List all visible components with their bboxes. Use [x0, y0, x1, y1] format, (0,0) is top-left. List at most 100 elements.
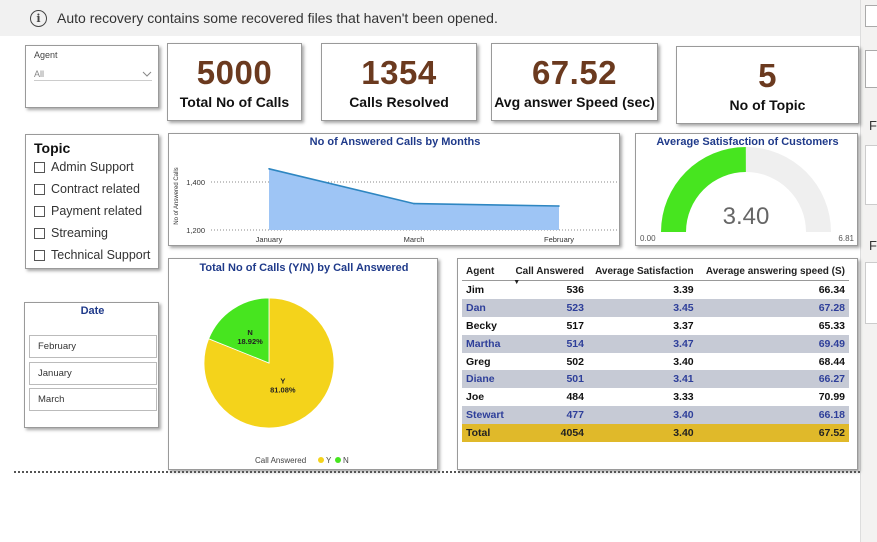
table-cell: 517: [509, 316, 588, 335]
date-slicer-title: Date: [80, 305, 105, 317]
table-cell: 502: [509, 352, 588, 371]
topic-slicer-title: Topic: [34, 140, 71, 156]
legend-marker-n: [335, 457, 341, 463]
table-cell: 68.44: [697, 352, 849, 371]
column-header[interactable]: Average Satisfaction: [588, 263, 698, 281]
call-answered-pie[interactable]: Total No of Calls (Y/N) by Call Answered…: [168, 258, 438, 470]
table-cell: Martha: [462, 334, 510, 353]
gauge-value: 3.40: [723, 203, 770, 230]
agent-slicer: Agent All: [25, 45, 159, 108]
table-cell: Becky: [462, 316, 510, 335]
date-slicer: Date February January March: [24, 302, 159, 428]
table-cell: 65.33: [697, 316, 849, 335]
kpi-label: No of Topic: [729, 97, 806, 113]
y-tick-label: 1,200: [186, 226, 205, 235]
table-cell: 3.37: [588, 316, 698, 335]
table-cell: 3.40: [588, 406, 698, 425]
table-cell: Joe: [462, 388, 510, 407]
table-cell: 3.40: [588, 352, 698, 371]
table-cell: 477: [509, 406, 588, 425]
table-row[interactable]: Greg 502 3.40 68.44: [462, 352, 849, 371]
column-header[interactable]: Call Answered ▼: [509, 263, 588, 286]
table-cell: 3.45: [588, 298, 698, 317]
data-point: [268, 168, 270, 170]
column-header[interactable]: Average answering speed (S): [698, 263, 849, 281]
satisfaction-gauge[interactable]: Average Satisfaction of Customers 3.40 0.…: [635, 133, 858, 246]
table-cell: 66.34: [697, 280, 849, 299]
pane-label-2: F: [869, 238, 877, 253]
kpi-no-of-topic[interactable]: 5 No of Topic: [676, 46, 859, 124]
table-cell: 536: [509, 280, 588, 299]
pane-box-2[interactable]: [865, 50, 877, 88]
kpi-value: 5: [758, 57, 777, 94]
total-cell: 4054: [509, 424, 588, 443]
table-row[interactable]: Stewart 477 3.40 66.18: [462, 406, 849, 425]
x-tick-label: March: [404, 235, 425, 244]
table-cell: 69.49: [697, 334, 849, 353]
date-item-february[interactable]: February: [29, 335, 157, 358]
table-row[interactable]: Martha 514 3.47 69.49: [462, 334, 849, 353]
table-cell: 67.28: [697, 298, 849, 317]
table-cell: 514: [509, 334, 588, 353]
pane-box-3[interactable]: [865, 145, 877, 205]
agent-table: Agent Call Answered ▼ Average Satisfactio…: [462, 263, 849, 443]
table-total-row: Total 4054 3.40 67.52: [462, 424, 849, 443]
table-row[interactable]: Joe 484 3.33 70.99: [462, 388, 849, 407]
legend-label-n: N: [343, 456, 349, 465]
gauge-svg: 3.40 0.00 6.81: [640, 147, 855, 243]
kpi-total-calls[interactable]: 5000 Total No of Calls: [167, 43, 302, 121]
pane-box-1[interactable]: [865, 5, 877, 27]
answered-calls-chart[interactable]: No of Answered Calls by Months 1,200 1,40…: [168, 133, 620, 246]
agent-dropdown[interactable]: All: [34, 67, 152, 81]
agent-dropdown-value: All: [34, 68, 45, 79]
topic-item-admin-support[interactable]: Admin Support: [34, 156, 158, 178]
table-row[interactable]: Becky 517 3.37 65.33: [462, 316, 849, 335]
topic-item-streaming[interactable]: Streaming: [34, 222, 158, 244]
y-tick-label: 1,400: [186, 178, 205, 187]
table-cell: 3.33: [588, 388, 698, 407]
kpi-avg-answer-speed[interactable]: 67.52 Avg answer Speed (sec): [491, 43, 658, 121]
area-fill: [269, 168, 559, 230]
agent-table-visual[interactable]: Agent Call Answered ▼ Average Satisfactio…: [457, 258, 858, 470]
checkbox[interactable]: [34, 161, 45, 173]
pane-box-4[interactable]: [865, 262, 877, 324]
kpi-calls-resolved[interactable]: 1354 Calls Resolved: [321, 43, 477, 121]
pie-label-n-name: N: [247, 328, 252, 337]
pane-label-1: F: [869, 118, 877, 133]
table-row[interactable]: Dan 523 3.45 67.28: [462, 298, 849, 317]
table-cell: Greg: [462, 352, 510, 371]
agent-slicer-label: Agent: [34, 50, 58, 60]
legend-title: Call Answered: [255, 456, 306, 465]
topic-slicer: Topic Admin Support Contract related Pay…: [25, 134, 159, 269]
page-break-line: [14, 471, 860, 473]
info-icon: i: [30, 9, 47, 27]
topic-item-payment-related[interactable]: Payment related: [34, 200, 158, 222]
sort-desc-icon: ▼: [513, 279, 521, 286]
topic-item-contract-related[interactable]: Contract related: [34, 178, 158, 200]
date-item-march[interactable]: March: [29, 388, 157, 411]
table-row[interactable]: Diane 501 3.41 66.27: [462, 370, 849, 389]
kpi-label: Avg answer Speed (sec): [494, 94, 655, 110]
checkbox[interactable]: [34, 183, 45, 195]
checkbox[interactable]: [34, 227, 45, 239]
checkbox[interactable]: [34, 205, 45, 217]
checkbox[interactable]: [34, 249, 45, 261]
total-cell: Total: [462, 424, 510, 443]
legend-label-y: Y: [326, 456, 332, 465]
table-cell: Stewart: [462, 406, 510, 425]
notification-text: Auto recovery contains some recovered fi…: [57, 10, 498, 26]
column-header-label: Call Answered: [515, 266, 584, 277]
pie-label-n-percent: 18.92%: [237, 337, 263, 346]
table-cell: 66.27: [697, 370, 849, 389]
data-point: [558, 205, 560, 207]
table-cell: Diane: [462, 370, 510, 389]
column-header[interactable]: Agent: [462, 263, 509, 281]
table-cell: Jim: [462, 280, 510, 299]
topic-item-label: Technical Support: [51, 248, 151, 262]
topic-item-technical-support[interactable]: Technical Support: [34, 244, 158, 266]
topic-item-label: Payment related: [51, 204, 143, 218]
table-cell: 3.47: [588, 334, 698, 353]
topic-item-label: Contract related: [51, 182, 140, 196]
kpi-label: Total No of Calls: [179, 94, 290, 110]
date-item-january[interactable]: January: [29, 362, 157, 385]
